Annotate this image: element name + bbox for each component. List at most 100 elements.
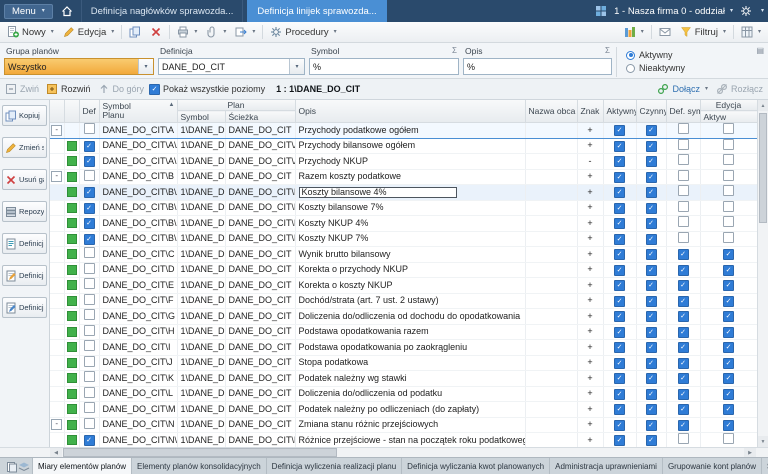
- attachment-button[interactable]: ▾: [202, 23, 230, 41]
- def-checkbox[interactable]: ✓: [84, 218, 95, 229]
- def-symt-checkbox[interactable]: ✓: [678, 311, 689, 322]
- detach-button[interactable]: Rozłącz: [716, 83, 763, 95]
- aktyw-checkbox[interactable]: [723, 232, 734, 243]
- table-row[interactable]: ✓DANE_DO_CIT\B\A1\DANE_DO_CITDANE_DO_CIT…: [50, 185, 757, 201]
- radio-nieaktywny[interactable]: Nieaktywny: [626, 63, 685, 73]
- aktyw-checkbox[interactable]: ✓: [723, 358, 734, 369]
- czynny-checkbox[interactable]: ✓: [646, 342, 657, 353]
- sidebar-button-definicja-planu[interactable]: Definicja planu: [2, 297, 47, 318]
- export-button[interactable]: ▾: [231, 23, 259, 41]
- aktywny-checkbox[interactable]: ✓: [614, 249, 625, 260]
- def-checkbox[interactable]: [84, 294, 95, 305]
- aktywny-checkbox[interactable]: ✓: [614, 141, 625, 152]
- sigma-icon[interactable]: Σ: [605, 47, 610, 55]
- aktyw-checkbox[interactable]: ✓: [723, 311, 734, 322]
- aktywny-checkbox[interactable]: ✓: [614, 296, 625, 307]
- table-row[interactable]: DANE_DO_CIT\D1\DANE_DO_CITDANE_DO_CITKor…: [50, 262, 757, 278]
- tree-expander-icon[interactable]: -: [51, 419, 62, 430]
- table-row[interactable]: ✓DANE_DO_CIT\A\B1\DANE_DO_CITDANE_DO_CIT…: [50, 154, 757, 170]
- filter-panel-toggle[interactable]: ▤: [756, 45, 764, 78]
- header-opis[interactable]: Opis: [295, 100, 525, 123]
- tree-expander-icon[interactable]: -: [51, 125, 62, 136]
- copy-button[interactable]: [125, 23, 145, 41]
- def-symt-checkbox[interactable]: ✓: [678, 342, 689, 353]
- def-symt-checkbox[interactable]: [678, 170, 689, 181]
- aktyw-checkbox[interactable]: [723, 433, 734, 444]
- vertical-scrollbar[interactable]: ▲ ▼: [757, 100, 768, 447]
- def-checkbox[interactable]: ✓: [84, 203, 95, 214]
- czynny-checkbox[interactable]: ✓: [646, 311, 657, 322]
- def-symt-checkbox[interactable]: ✓: [678, 404, 689, 415]
- aktywny-checkbox[interactable]: ✓: [614, 311, 625, 322]
- czynny-checkbox[interactable]: ✓: [646, 389, 657, 400]
- def-symt-checkbox[interactable]: [678, 154, 689, 165]
- def-symt-checkbox[interactable]: ✓: [678, 358, 689, 369]
- grupa-planow-dropdown[interactable]: Wszystko ▾: [4, 58, 154, 75]
- def-symt-checkbox[interactable]: ✓: [678, 420, 689, 431]
- header-def-symt[interactable]: Def. symt.: [666, 100, 700, 123]
- view-settings-button[interactable]: ▾: [737, 23, 765, 41]
- czynny-checkbox[interactable]: ✓: [646, 141, 657, 152]
- scrollbar-thumb[interactable]: [759, 113, 767, 223]
- symbol-filter-input[interactable]: [309, 58, 459, 75]
- czynny-checkbox[interactable]: ✓: [646, 172, 657, 183]
- aktyw-checkbox[interactable]: ✓: [723, 280, 734, 291]
- czynny-checkbox[interactable]: ✓: [646, 435, 657, 446]
- czynny-checkbox[interactable]: ✓: [646, 203, 657, 214]
- show-all-levels-checkbox[interactable]: ✓ Pokaż wszystkie poziomy: [149, 84, 265, 95]
- def-checkbox[interactable]: ✓: [84, 435, 95, 446]
- aktywny-checkbox[interactable]: ✓: [614, 389, 625, 400]
- def-checkbox[interactable]: ✓: [84, 141, 95, 152]
- table-row[interactable]: DANE_DO_CIT\G1\DANE_DO_CITDANE_DO_CITDol…: [50, 309, 757, 325]
- czynny-checkbox[interactable]: ✓: [646, 296, 657, 307]
- aktyw-checkbox[interactable]: [723, 139, 734, 150]
- aktywny-checkbox[interactable]: ✓: [614, 420, 625, 431]
- list-pages-icon[interactable]: [6, 461, 16, 471]
- def-checkbox[interactable]: ✓: [84, 187, 95, 198]
- aktywny-checkbox[interactable]: ✓: [614, 203, 625, 214]
- def-checkbox[interactable]: [84, 340, 95, 351]
- header-aktyw[interactable]: Aktyw: [700, 111, 757, 123]
- company-selector[interactable]: 1 - Nasza firma 0 - oddział▾: [614, 6, 733, 17]
- header-nazwa-obca[interactable]: Nazwa obca: [525, 100, 577, 123]
- inline-edit-field[interactable]: Koszty bilansowe 4%: [299, 187, 457, 198]
- tree-expander-icon[interactable]: -: [51, 171, 62, 182]
- filter-button[interactable]: Filtruj▾: [676, 23, 730, 41]
- def-symt-checkbox[interactable]: ✓: [678, 249, 689, 260]
- table-row[interactable]: -DANE_DO_CIT\A1\DANE_DO_CITDANE_DO_CITPr…: [50, 123, 757, 139]
- def-checkbox[interactable]: [84, 371, 95, 382]
- scroll-down-arrow[interactable]: ▼: [758, 436, 768, 447]
- procedures-button[interactable]: Procedury▾: [266, 23, 340, 41]
- czynny-checkbox[interactable]: ✓: [646, 373, 657, 384]
- aktyw-checkbox[interactable]: ✓: [723, 420, 734, 431]
- table-row[interactable]: DANE_DO_CIT\M1\DANE_DO_CITDANE_DO_CITPod…: [50, 402, 757, 418]
- header-symbol-planu[interactable]: Symbol Planu▲: [99, 100, 177, 123]
- attach-button[interactable]: Dołącz▾: [657, 83, 708, 95]
- def-checkbox[interactable]: [84, 123, 95, 134]
- tab-definicja-naglowkow[interactable]: Definicja nagłówków sprawozda...: [81, 0, 244, 22]
- header-def[interactable]: Def: [79, 100, 99, 123]
- aktywny-checkbox[interactable]: ✓: [614, 234, 625, 245]
- aktywny-checkbox[interactable]: ✓: [614, 327, 625, 338]
- def-checkbox[interactable]: [84, 309, 95, 320]
- table-row[interactable]: DANE_DO_CIT\K1\DANE_DO_CITDANE_DO_CITPod…: [50, 371, 757, 387]
- def-symt-checkbox[interactable]: ✓: [678, 280, 689, 291]
- aktywny-checkbox[interactable]: ✓: [614, 342, 625, 353]
- sidebar-button-definicja-realiz[interactable]: Definicja realiz: [2, 265, 47, 286]
- def-checkbox[interactable]: [84, 387, 95, 398]
- aktyw-checkbox[interactable]: ✓: [723, 296, 734, 307]
- def-checkbox[interactable]: ✓: [84, 156, 95, 167]
- apps-grid-icon[interactable]: [592, 5, 610, 17]
- def-checkbox[interactable]: [84, 170, 95, 181]
- sigma-icon[interactable]: Σ: [452, 47, 457, 55]
- sidebar-button-usu-ga[interactable]: Usuń gałąź: [2, 169, 47, 190]
- print-button[interactable]: ▾: [173, 23, 201, 41]
- aktywny-checkbox[interactable]: ✓: [614, 358, 625, 369]
- table-row[interactable]: DANE_DO_CIT\L1\DANE_DO_CITDANE_DO_CITDol…: [50, 386, 757, 402]
- def-checkbox[interactable]: [84, 247, 95, 258]
- tree-button-rozwi[interactable]: Rozwiń: [46, 83, 91, 95]
- header-plan-symbol[interactable]: Symbol: [177, 111, 225, 123]
- table-row[interactable]: -DANE_DO_CIT\N1\DANE_DO_CITDANE_DO_CITZm…: [50, 417, 757, 433]
- tab-definicja-linijek[interactable]: Definicja linijek sprawozda...: [247, 0, 386, 22]
- scroll-right-arrow[interactable]: ▶: [744, 448, 756, 457]
